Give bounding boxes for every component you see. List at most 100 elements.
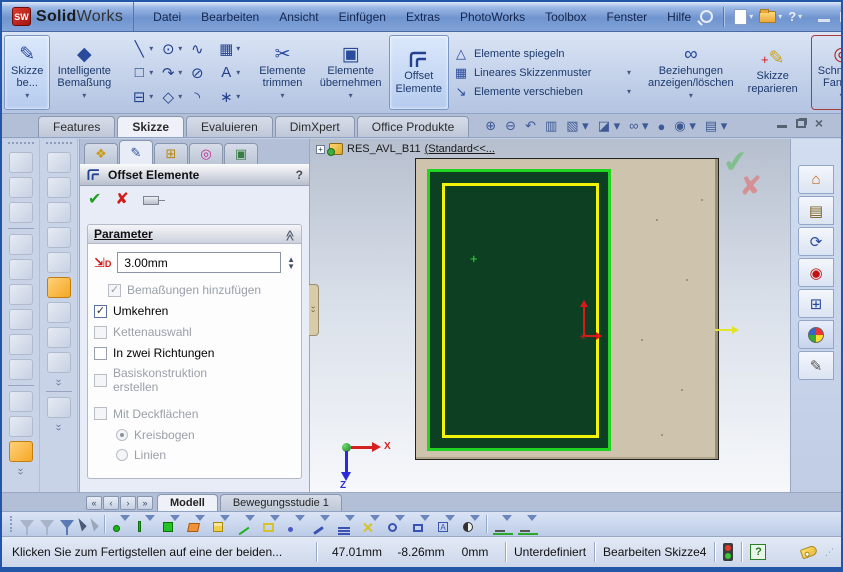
filter-edges-icon[interactable] — [136, 515, 155, 533]
sketch-entity-button[interactable]: ∗ ▾ — [215, 85, 242, 109]
new-document-button[interactable]: ▾ — [734, 9, 753, 25]
chevron-down-icon[interactable]: ▾ — [281, 91, 285, 100]
taskpane-appearances-button[interactable] — [798, 320, 834, 349]
chevron-down-icon[interactable]: ▾ — [149, 44, 153, 53]
lasso-cursor-icon[interactable] — [90, 516, 99, 531]
view-tool-icon[interactable]: ◪ ▾ — [598, 118, 620, 134]
taskpane-file-explorer-button[interactable]: ⟳ — [798, 227, 834, 256]
tab-features[interactable]: Features — [38, 116, 115, 137]
chevron-down-icon[interactable]: ▾ — [149, 68, 153, 77]
sketch-entity-button[interactable]: ╲ ▾ — [128, 37, 155, 61]
mirror-entities-button[interactable]: △ Elemente spiegeln — [453, 46, 631, 62]
pin-button[interactable] — [143, 196, 159, 205]
checkbox-bi-directional[interactable]: In zwei Richtungen — [94, 346, 295, 360]
graphics-viewport[interactable]: + RES_AVL_B11 (Standard<<... + — [310, 139, 790, 492]
open-document-button[interactable]: ▾ — [759, 11, 782, 23]
chevron-down-icon[interactable]: ▾ — [236, 92, 240, 101]
feature-tool-icon[interactable] — [9, 334, 33, 355]
chevron-down-icon[interactable]: ▾ — [349, 91, 353, 100]
checkbox-select-chain[interactable]: Kettenauswahl — [94, 325, 295, 339]
tag-icon[interactable] — [800, 545, 818, 560]
tab-skizze[interactable]: Skizze — [117, 116, 184, 137]
filter-surface-finish-icon[interactable] — [361, 515, 380, 533]
sketch-entity-button[interactable]: A ▾ — [215, 61, 242, 85]
doc-close-button[interactable]: × — [815, 118, 823, 128]
doc-restore-button[interactable] — [796, 119, 806, 128]
feature-tool-icon[interactable] — [9, 309, 33, 330]
collapse-chevron-icon[interactable]: ≪ — [284, 229, 297, 239]
feature-tool-icon[interactable] — [9, 416, 33, 437]
sketch-entity-button[interactable]: ⊙ ▾ — [157, 37, 184, 61]
offset-distance-field[interactable] — [117, 252, 281, 273]
checkbox-base-geometry[interactable]: Basiskonstruktion erstellen — [94, 367, 244, 395]
filter-surface-bodies-icon[interactable] — [186, 515, 205, 533]
sketch-tool-icon[interactable] — [47, 177, 71, 198]
chevron-down-icon[interactable]: ▾ — [236, 68, 240, 77]
tab-nav-button[interactable]: » — [137, 496, 153, 510]
view-tool-icon[interactable]: ∞ ▾ — [629, 118, 648, 134]
spinner-down-icon[interactable]: ▼ — [287, 263, 295, 270]
panel-collapse-handle[interactable]: ›› — [309, 284, 319, 336]
menu-item[interactable]: Hilfe — [658, 7, 700, 27]
filter-solid-bodies-icon[interactable] — [211, 515, 230, 533]
filter-connection-points-icon[interactable] — [518, 515, 537, 533]
standard-views-icon[interactable] — [47, 397, 71, 418]
panel-help-button[interactable]: ? — [296, 168, 303, 182]
tree-expand-icon[interactable]: + — [316, 145, 325, 154]
checkbox-add-dimensions[interactable]: ✓ Bemaßungen hinzufügen — [108, 283, 295, 297]
taskpane-resources-button[interactable]: ⌂ — [798, 165, 834, 194]
chevron-down-icon[interactable]: ▾ — [749, 12, 753, 21]
filter-planes-icon[interactable] — [261, 515, 280, 533]
filter-dimensions-icon[interactable] — [336, 515, 355, 533]
chevron-down-icon[interactable]: ▾ — [236, 44, 240, 53]
chevron-down-icon[interactable]: ▾ — [689, 91, 693, 100]
cancel-button[interactable]: ✘ — [115, 189, 128, 209]
view-tool-icon[interactable]: ▧ ▾ — [566, 118, 588, 134]
tab-bewegungsstudie[interactable]: Bewegungsstudie 1 — [220, 494, 342, 511]
filter-vertices-icon[interactable] — [111, 515, 130, 533]
chevron-down-icon[interactable]: ▾ — [627, 87, 631, 96]
sketch-tool-icon[interactable] — [47, 352, 71, 373]
taskpane-view-palette-button[interactable]: ⊞ — [798, 289, 834, 318]
feature-tool-icon[interactable] — [9, 284, 33, 305]
trim-entities-button[interactable]: ✂ Elemente trimmen ▾ — [252, 35, 312, 110]
smart-dimension-button[interactable]: ◆ Intelligente Bemaßung ▾ — [50, 35, 118, 110]
quick-tips-button[interactable]: ? — [750, 544, 766, 560]
toolbar-grip[interactable] — [8, 142, 34, 146]
linear-pattern-button[interactable]: ▦ Lineares Skizzenmuster ▾ — [453, 65, 631, 81]
sketch-tool-icon[interactable] — [47, 152, 71, 173]
tab-nav-button[interactable]: › — [120, 496, 136, 510]
offset-distance-input[interactable] — [122, 255, 276, 271]
sketch-tool-icon[interactable] — [47, 202, 71, 223]
feature-tool-icon-active[interactable] — [9, 441, 33, 462]
tab-nav-button[interactable]: « — [86, 496, 102, 510]
part-configuration[interactable]: (Standard<<... — [425, 143, 495, 155]
sketch-tool-icon-active[interactable] — [47, 277, 71, 298]
minimize-button[interactable] — [818, 19, 830, 22]
quick-snaps-button[interactable]: ◎ Schnelles Fangen ▾ — [811, 35, 843, 110]
doc-minimize-button[interactable] — [777, 125, 787, 128]
chevron-down-icon[interactable]: ▾ — [798, 12, 802, 21]
menu-item[interactable]: Toolbox — [536, 7, 595, 27]
filter-sketches-icon[interactable] — [311, 515, 330, 533]
toolbar-grip[interactable] — [46, 142, 72, 146]
part-name[interactable]: RES_AVL_B11 — [347, 143, 421, 155]
tab-dimxpert-manager[interactable]: ◎ — [189, 143, 223, 164]
checkbox-reverse[interactable]: ✓ Umkehren — [94, 304, 295, 318]
select-all-filters-icon[interactable] — [60, 520, 74, 529]
tab-property-manager[interactable]: ✎ — [119, 140, 153, 164]
sketch-tool-icon[interactable] — [47, 252, 71, 273]
feature-tool-icon[interactable] — [9, 152, 33, 173]
feature-tool-icon[interactable] — [9, 202, 33, 223]
sketch-entity-button[interactable]: ◇ ▾ — [157, 85, 184, 109]
sketch-entity-button[interactable]: ↷ ▾ — [157, 61, 184, 85]
chevron-down-icon[interactable]: ▾ — [178, 92, 182, 101]
tab-dimxpert[interactable]: DimXpert — [275, 116, 355, 137]
parameter-group-header[interactable]: Parameter ≪ — [88, 225, 301, 244]
view-tool-icon[interactable]: ▤ ▾ — [705, 118, 727, 134]
clear-all-filters-icon[interactable] — [40, 520, 54, 529]
ok-button[interactable]: ✔ — [88, 189, 101, 209]
sketch-entity-button[interactable]: ▦ ▾ — [215, 37, 242, 61]
radio-arcs[interactable]: Kreisbogen — [116, 428, 295, 442]
toolbar-more-chevron[interactable]: ›› — [53, 424, 64, 431]
